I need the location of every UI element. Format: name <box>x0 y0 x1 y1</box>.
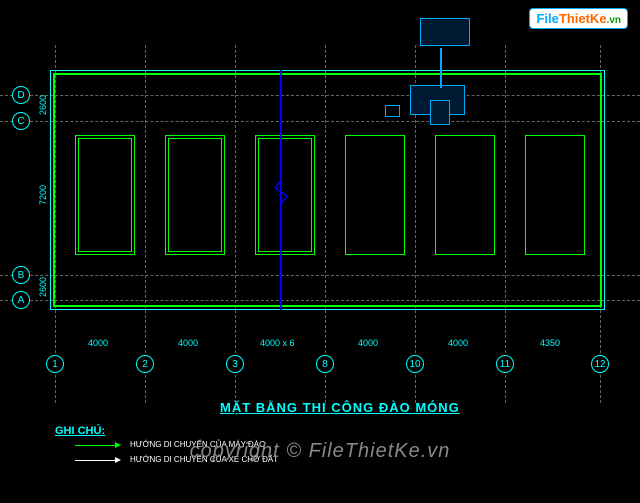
dump-truck <box>420 18 470 46</box>
cad-canvas: FileThietKe.vn D C B A 1 2 3 8 10 1 <box>0 0 640 503</box>
section-break-line <box>280 70 282 310</box>
dim-row-cd: 2600 <box>38 95 48 115</box>
dim-row-bc: 7200 <box>38 185 48 205</box>
col-bubble-3: 3 <box>226 355 244 373</box>
foundation-panel-6 <box>525 135 585 255</box>
col-bubble-11: 11 <box>496 355 514 373</box>
foundation-panel-1-inner <box>78 138 132 252</box>
row-bubble-c: C <box>12 112 30 130</box>
col-bubble-2: 2 <box>136 355 154 373</box>
dim-col-1112: 4350 <box>540 338 560 348</box>
row-bubble-b: B <box>12 266 30 284</box>
dim-col-12: 4000 <box>88 338 108 348</box>
row-bubble-d: D <box>12 86 30 104</box>
excavation-boundary <box>53 73 602 307</box>
foundation-panel-4 <box>345 135 405 255</box>
drawing-title: MẶT BẰNG THI CÔNG ĐÀO MÓNG <box>220 400 460 415</box>
legend-arrow-excavator <box>75 445 115 446</box>
dim-row-ab: 2600 <box>38 277 48 297</box>
col-bubble-1: 1 <box>46 355 64 373</box>
brand-suffix: .vn <box>607 15 621 26</box>
brand-part-1: File <box>536 11 558 26</box>
legend-title: GHI CHÚ: <box>55 425 105 437</box>
col-bubble-8: 8 <box>316 355 334 373</box>
dim-col-23: 4000 <box>178 338 198 348</box>
dim-col-810: 4000 <box>358 338 378 348</box>
legend-arrow-truck <box>75 460 115 461</box>
foundation-panel-5 <box>435 135 495 255</box>
excavator-arm <box>430 100 450 125</box>
col-bubble-12: 12 <box>591 355 609 373</box>
truck-path-line <box>440 48 442 88</box>
foundation-panel-2-inner <box>168 138 222 252</box>
dim-col-1011: 4000 <box>448 338 468 348</box>
col-bubble-10: 10 <box>406 355 424 373</box>
watermark-logo: FileThietKe.vn <box>529 8 628 29</box>
brand-part-2: ThietKe <box>559 11 607 26</box>
excavator-bucket <box>385 105 400 117</box>
row-bubble-a: A <box>12 291 30 309</box>
copyright-watermark: copyright © FileThietKe.vn <box>190 440 451 463</box>
dim-col-38: 4000 x 6 <box>260 338 295 348</box>
